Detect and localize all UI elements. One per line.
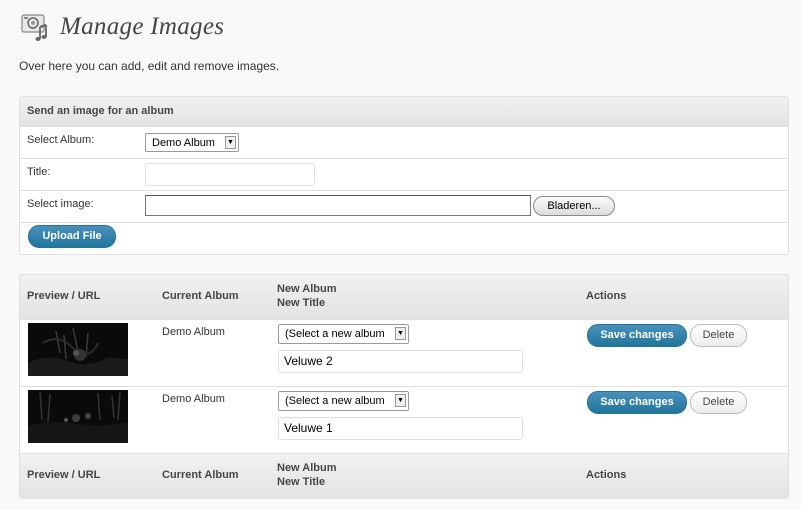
delete-button[interactable]: Delete xyxy=(690,391,747,414)
new-album-select-value: (Select a new album xyxy=(285,395,385,407)
col-new-title: New Title xyxy=(277,297,326,309)
file-path-input[interactable] xyxy=(145,195,531,216)
forest-photo-thumbnail xyxy=(28,323,128,376)
title-input[interactable] xyxy=(145,163,315,186)
col-current-album: Current Album xyxy=(162,290,239,302)
forest-photo-thumbnail xyxy=(28,390,128,443)
col-new-album-title: New Album New Title xyxy=(277,282,337,310)
col-actions: Actions xyxy=(586,290,627,302)
page-title: Manage Images xyxy=(60,13,225,40)
title-label: Title: xyxy=(27,166,51,178)
col-actions: Actions xyxy=(586,469,627,481)
select-arrow-icon: ▼ xyxy=(225,136,236,149)
table-footer: Preview / URL Current Album New Album Ne… xyxy=(20,453,788,498)
new-title-input[interactable]: Veluwe 2 xyxy=(278,350,523,373)
album-select[interactable]: Demo Album ▼ xyxy=(145,133,239,152)
col-new-album: New Album xyxy=(277,283,337,295)
browse-button[interactable]: Bladeren... xyxy=(533,196,615,216)
new-title-input[interactable]: Veluwe 1 xyxy=(278,417,523,440)
current-album-value: Demo Album xyxy=(162,326,225,338)
col-current-album: Current Album xyxy=(162,469,239,481)
save-changes-button[interactable]: Save changes xyxy=(587,324,687,347)
col-new-album: New Album xyxy=(277,462,337,474)
album-select-value: Demo Album xyxy=(152,136,215,149)
col-new-album-title: New Album New Title xyxy=(277,461,337,489)
col-preview: Preview / URL xyxy=(27,290,101,302)
save-changes-button[interactable]: Save changes xyxy=(587,391,687,414)
table-header: Preview / URL Current Album New Album Ne… xyxy=(20,275,788,320)
select-arrow-icon: ▼ xyxy=(395,394,406,407)
images-music-icon xyxy=(21,14,47,41)
upload-file-button[interactable]: Upload File xyxy=(28,225,116,248)
images-table: Preview / URL Current Album New Album Ne… xyxy=(19,274,789,499)
page-header: Manage Images xyxy=(20,10,224,44)
new-album-select[interactable]: (Select a new album ▼ xyxy=(278,324,409,344)
intro-text: Over here you can add, edit and remove i… xyxy=(19,59,280,73)
image-label: Select image: xyxy=(27,198,94,210)
upload-panel-heading: Send an image for an album xyxy=(20,97,788,127)
image-row: Select image: Bladeren... xyxy=(20,191,788,223)
title-row: Title: xyxy=(20,159,788,191)
new-album-select[interactable]: (Select a new album ▼ xyxy=(278,391,409,411)
col-new-title: New Title xyxy=(277,476,326,488)
current-album-value: Demo Album xyxy=(162,393,225,405)
upload-panel: Send an image for an album Select Album:… xyxy=(19,96,789,255)
image-thumbnail[interactable] xyxy=(28,323,128,376)
new-album-select-value: (Select a new album xyxy=(285,328,385,340)
select-arrow-icon: ▼ xyxy=(395,327,406,340)
table-row: Demo Album (Select a new album ▼ Veluwe … xyxy=(20,387,788,454)
col-preview: Preview / URL xyxy=(27,469,101,481)
image-thumbnail[interactable] xyxy=(28,390,128,443)
album-label: Select Album: xyxy=(27,134,95,146)
delete-button[interactable]: Delete xyxy=(690,324,747,347)
table-row: Demo Album (Select a new album ▼ Veluwe … xyxy=(20,320,788,387)
album-row: Select Album: Demo Album ▼ xyxy=(20,127,788,159)
